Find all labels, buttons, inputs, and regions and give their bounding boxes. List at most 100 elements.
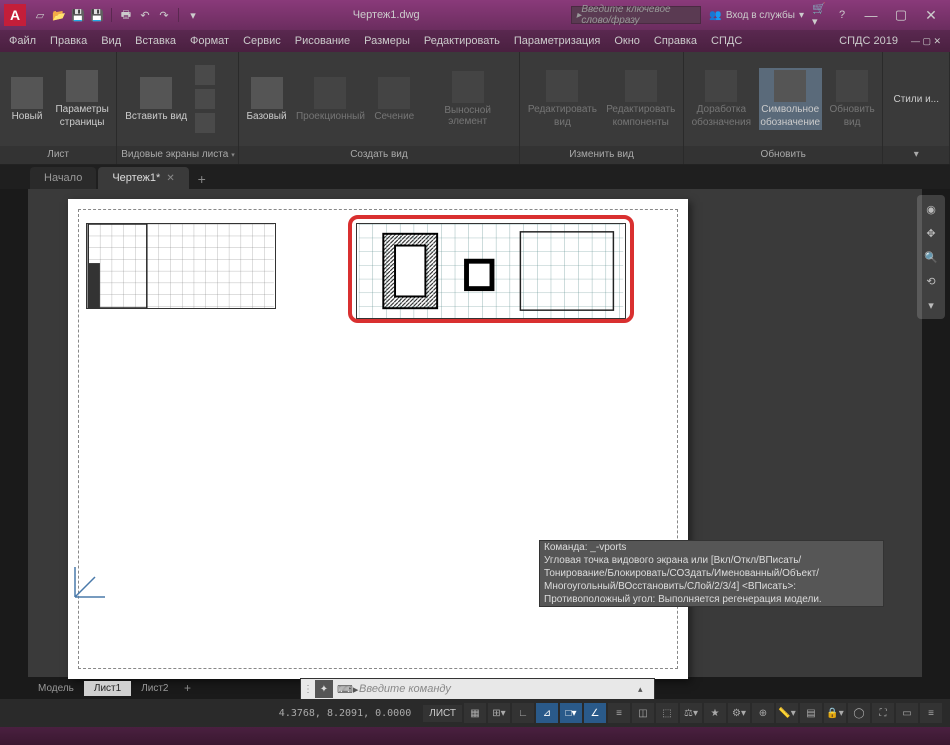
login-label: Вход в службы — [726, 10, 795, 21]
nav-wheel-icon[interactable]: ◉ — [921, 199, 941, 219]
qa-dropdown-icon[interactable]: ▾ — [185, 7, 201, 23]
space-toggle[interactable]: ЛИСТ — [423, 705, 462, 722]
app-icon[interactable]: A — [4, 4, 26, 26]
command-input[interactable]: Введите команду — [359, 683, 634, 695]
exchange-icon[interactable]: 🛒▾ — [812, 7, 828, 23]
menu-spds[interactable]: СПДС 2019 — [833, 33, 904, 49]
styles-panel-label[interactable]: Стили и... — [889, 88, 943, 111]
menu-файл[interactable]: Файл — [2, 32, 43, 50]
viewport-1[interactable] — [86, 223, 276, 309]
viewport-mini-2[interactable] — [195, 113, 215, 133]
panel-title[interactable]: Видовые экраны листа — [117, 146, 237, 164]
layout-tab[interactable]: Модель — [28, 681, 84, 696]
menu-вид[interactable]: Вид — [94, 32, 128, 50]
cmd-expand-icon[interactable]: ▴ — [638, 684, 652, 695]
viewport-mini-0[interactable] — [195, 65, 215, 85]
file-tab[interactable]: Чертеж1*✕ — [98, 167, 188, 189]
nav-pan-icon[interactable]: ✥ — [921, 223, 941, 243]
viewport-mini-1[interactable] — [195, 89, 215, 109]
cmd-grip-icon[interactable]: ⋮⋮ — [303, 684, 311, 695]
layout-tab[interactable]: Лист2 — [131, 681, 178, 696]
menu-правка[interactable]: Правка — [43, 32, 94, 50]
menu-спдс[interactable]: СПДС — [704, 32, 749, 50]
ribbon-новый[interactable]: Новый — [6, 75, 48, 124]
close-button[interactable]: ✕ — [916, 3, 946, 28]
maximize-button[interactable]: ▢ — [886, 3, 916, 28]
quick-access-toolbar: ▱ 📂 💾 💾 🖶 ↶ ↷ ▾ — [32, 7, 201, 23]
open-icon[interactable]: 📂 — [51, 7, 67, 23]
undo-icon[interactable]: ↶ — [137, 7, 153, 23]
menu-окно[interactable]: Окно — [607, 32, 647, 50]
login-area[interactable]: 👥 Вход в службы ▾ — [701, 10, 812, 21]
sb-otrack-icon[interactable]: ∠ — [584, 703, 606, 723]
add-layout-button[interactable]: + — [179, 681, 197, 695]
sb-annovisibility-icon[interactable]: ★ — [704, 703, 726, 723]
menu-размеры[interactable]: Размеры — [357, 32, 417, 50]
ribbon-expand-icon[interactable]: ▾ — [883, 146, 949, 164]
search-input[interactable]: ▸ Введите ключевое слово/фразу — [571, 6, 701, 24]
sb-customize-icon[interactable]: ≡ — [920, 703, 942, 723]
sb-lineweight-icon[interactable]: ≡ — [608, 703, 630, 723]
ribbon-редактировать: Редактироватькомпоненты — [605, 68, 677, 130]
layout-tab[interactable]: Лист1 — [84, 681, 131, 696]
close-tab-icon[interactable]: ✕ — [166, 173, 174, 184]
add-tab-button[interactable]: + — [191, 169, 213, 189]
minimize-button[interactable]: — — [856, 3, 886, 28]
ribbon-вставить вид[interactable]: Вставить вид — [123, 75, 189, 124]
sb-lock-icon[interactable]: 🔒▾ — [824, 703, 846, 723]
menu-формат[interactable]: Формат — [183, 32, 236, 50]
ribbon-icon — [774, 70, 806, 102]
sb-annoscale-icon[interactable]: ⚖▾ — [680, 703, 702, 723]
status-bar: 4.3768, 8.2091, 0.0000 ЛИСТ ▦ ⊞▾ ∟ ⊿ □▾ … — [0, 699, 950, 727]
ribbon-icon — [378, 77, 410, 109]
sb-transparency-icon[interactable]: ◫ — [632, 703, 654, 723]
panel-title: Изменить вид — [520, 146, 683, 164]
sb-grid-icon[interactable]: ▦ — [464, 703, 486, 723]
redo-icon[interactable]: ↷ — [156, 7, 172, 23]
panel-title: Создать вид — [239, 146, 520, 164]
sb-units-icon[interactable]: 📏▾ — [776, 703, 798, 723]
sb-clean-icon[interactable]: ▭ — [896, 703, 918, 723]
sb-osnap-icon[interactable]: □▾ — [560, 703, 582, 723]
menu-collapse-icon[interactable]: — ▢ ✕ — [904, 33, 948, 50]
save-icon[interactable]: 💾 — [70, 7, 86, 23]
sb-isolate-icon[interactable]: ◯ — [848, 703, 870, 723]
coordinates-display[interactable]: 4.3768, 8.2091, 0.0000 — [269, 708, 421, 719]
menu-справка[interactable]: Справка — [647, 32, 704, 50]
sb-ortho-icon[interactable]: ∟ — [512, 703, 534, 723]
sb-workspace-icon[interactable]: ⚙▾ — [728, 703, 750, 723]
new-icon[interactable]: ▱ — [32, 7, 48, 23]
sb-cycling-icon[interactable]: ⬚ — [656, 703, 678, 723]
ribbon-базовый[interactable]: Базовый — [245, 75, 289, 124]
sb-snap-icon[interactable]: ⊞▾ — [488, 703, 510, 723]
ribbon-параметры[interactable]: Параметрыстраницы — [54, 68, 110, 130]
nav-zoom-icon[interactable]: 🔍 — [921, 247, 941, 267]
drawing-area[interactable]: Команда: _-vportsУгловая точка видового … — [28, 189, 922, 677]
ribbon-icon — [66, 70, 98, 102]
menu-вставка[interactable]: Вставка — [128, 32, 183, 50]
ribbon-icon — [705, 70, 737, 102]
command-history[interactable]: Команда: _-vportsУгловая точка видового … — [539, 540, 884, 607]
cmd-history-line: Многоугольный/ВОсстановить/СЛой/2/3/4] <… — [540, 580, 883, 593]
help-icon[interactable]: ? — [834, 7, 850, 23]
ribbon-icon — [452, 71, 484, 103]
ribbon-символьное[interactable]: Символьноеобозначение — [759, 68, 822, 130]
sb-hardware-icon[interactable]: ⛶ — [872, 703, 894, 723]
nav-more-icon[interactable]: ▾ — [921, 295, 941, 315]
cmd-recent-icon[interactable]: ✦ — [315, 680, 333, 698]
command-input-bar: ⋮⋮ ✦ ⌨▸ Введите команду ▴ — [300, 678, 655, 700]
menu-редактировать[interactable]: Редактировать — [417, 32, 507, 50]
ribbon-icon — [546, 70, 578, 102]
plot-icon[interactable]: 🖶 — [118, 7, 134, 23]
menu-параметризация[interactable]: Параметризация — [507, 32, 607, 50]
saveas-icon[interactable]: 💾 — [89, 7, 105, 23]
cmd-prompt-icon: ⌨▸ — [337, 683, 355, 696]
file-tab[interactable]: Начало — [30, 167, 96, 189]
sb-polar-icon[interactable]: ⊿ — [536, 703, 558, 723]
menu-рисование[interactable]: Рисование — [288, 32, 357, 50]
nav-orbit-icon[interactable]: ⟲ — [921, 271, 941, 291]
sb-quickprops-icon[interactable]: ▤ — [800, 703, 822, 723]
sb-annomonitor-icon[interactable]: ⊕ — [752, 703, 774, 723]
menu-сервис[interactable]: Сервис — [236, 32, 288, 50]
viewport-2[interactable] — [356, 223, 626, 319]
